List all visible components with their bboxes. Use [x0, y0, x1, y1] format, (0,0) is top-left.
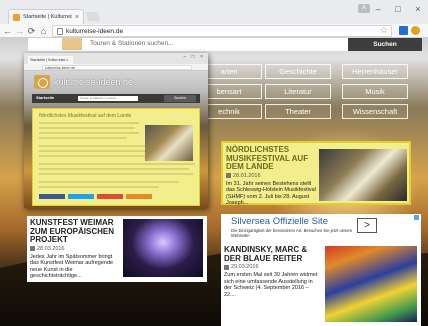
maximize-button[interactable]: □	[388, 2, 408, 16]
article-excerpt: Jedes Jahr im Spätsommer bringt das Kuns…	[30, 253, 114, 280]
browser-tab[interactable]: Startseite | Kulturreise-I... ×	[8, 9, 84, 24]
url-text: kulturreise-ideen.de	[66, 27, 124, 35]
category-literatur[interactable]: Literatur	[265, 84, 331, 99]
popup-browser-window[interactable]: Startseite | Kulturreise-I... – □ × kult…	[24, 53, 208, 208]
site-logo-icon[interactable]	[34, 75, 50, 89]
text-line	[39, 181, 179, 183]
article-excerpt: Im 31. Jahr seines Bestehens stellt das …	[226, 180, 316, 207]
popup-window-controls[interactable]: – □ ×	[184, 54, 206, 60]
new-tab-button[interactable]	[85, 12, 101, 21]
article-image-blue-horse[interactable]	[325, 246, 417, 322]
article-title[interactable]: KANDINSKY, MARC & DER BLAUE REITER	[224, 245, 320, 263]
ad-title[interactable]: Silversea Offizielle Site	[231, 216, 328, 227]
category-musik[interactable]: Musik	[342, 84, 408, 99]
search-button[interactable]: Suchen	[348, 38, 422, 51]
popup-search-button[interactable]: Suchen	[164, 95, 196, 102]
popup-toolbar: kulturreise-ideen.de	[24, 64, 208, 71]
text-line	[39, 186, 159, 188]
popup-tab[interactable]: Startseite | Kulturreise-I...	[28, 56, 73, 64]
article-date-text: 28.03.2016	[37, 245, 65, 252]
article-date-text: 28.01.2016	[233, 172, 261, 179]
text-line	[39, 173, 193, 175]
home-button[interactable]: ⌂	[38, 25, 49, 37]
address-bar[interactable]: kulturreise-ideen.de ☆	[52, 25, 392, 37]
minimize-button[interactable]: –	[368, 2, 388, 16]
advertisement-banner[interactable]: Silversea Offizielle Site Die Einzigarti…	[221, 214, 421, 246]
share-button-facebook[interactable]	[39, 194, 65, 199]
page-icon	[57, 27, 63, 35]
article-title[interactable]: KUNSTFEST WEIMAR ZUM EUROPÄISCHEN PROJEK…	[30, 218, 122, 245]
close-tab-icon[interactable]: ×	[75, 14, 79, 21]
browser-tab-bar: Startseite | Kulturreise-I... × A – □ ×	[0, 0, 428, 24]
extension-icon-2[interactable]	[411, 26, 420, 35]
article-title[interactable]: NÖRDLICHSTES MUSIKFESTIVAL AUF DEM LANDE	[226, 145, 318, 172]
article-date: 28.01.2016	[226, 173, 318, 179]
share-button-google[interactable]	[97, 194, 123, 199]
category-herrenhaeuser[interactable]: Herrenhäuser	[342, 64, 408, 79]
popup-site-name[interactable]: kulturreise-ideen.de	[54, 77, 133, 87]
category-geschichte[interactable]: Geschichte	[265, 64, 331, 79]
bookmark-star-icon[interactable]: ☆	[380, 25, 388, 36]
article-card-musikfestival[interactable]: NÖRDLICHSTES MUSIKFESTIVAL AUF DEM LANDE…	[221, 141, 411, 207]
window-controls: – □ ×	[368, 2, 428, 16]
browser-toolbar: ← → ⟳ ⌂ kulturreise-ideen.de ☆	[0, 24, 428, 38]
article-card-kandinsky[interactable]: KANDINSKY, MARC & DER BLAUE REITER 29.03…	[221, 243, 421, 326]
text-line	[39, 132, 139, 134]
popup-nav-label[interactable]: Startseite	[36, 95, 54, 100]
text-line	[39, 137, 127, 139]
category-theater[interactable]: Theater	[265, 104, 331, 119]
extension-icon[interactable]	[399, 26, 408, 35]
forward-button[interactable]: →	[14, 25, 25, 37]
article-date: 29.03.2016	[224, 264, 320, 270]
ad-info-icon[interactable]	[414, 215, 419, 220]
article-card-kunstfest[interactable]: KUNSTFEST WEIMAR ZUM EUROPÄISCHEN PROJEK…	[27, 216, 207, 282]
text-line	[39, 122, 139, 124]
article-date: 28.03.2016	[30, 246, 122, 252]
tab-title: Startseite | Kulturreise-I...	[23, 14, 72, 20]
text-line	[39, 127, 135, 129]
popup-address-bar[interactable]: kulturreise-ideen.de	[42, 65, 192, 70]
ad-arrow-button[interactable]: >	[357, 218, 377, 233]
category-wissenschaft[interactable]: Wissenschaft	[342, 104, 408, 119]
reload-button[interactable]: ⟳	[26, 25, 37, 37]
article-image-weimar[interactable]	[123, 219, 203, 277]
close-window-button[interactable]: ×	[408, 2, 428, 16]
article-date-text: 29.03.2016	[231, 264, 259, 270]
calendar-icon	[224, 264, 229, 270]
share-button-other[interactable]	[126, 194, 152, 199]
popup-article-title[interactable]: Nördlichstes Musikfestival auf dem Lande	[39, 113, 131, 119]
calendar-icon	[30, 246, 35, 251]
ad-subtitle: Die Einzigartigkeit der besonderen Art. …	[231, 228, 353, 238]
site-search-bar: Touren & Stationen suchen... Suchen	[28, 38, 422, 51]
share-button-twitter[interactable]	[68, 194, 94, 199]
favicon-icon	[13, 13, 20, 21]
popup-tab-bar: Startseite | Kulturreise-I... – □ ×	[24, 53, 208, 64]
popup-article-image[interactable]	[145, 125, 193, 161]
article-image-orchestra[interactable]	[319, 149, 407, 201]
popup-page: kulturreise-ideen.de Startseite Touren &…	[24, 71, 208, 208]
text-line	[39, 168, 189, 170]
site-search-input[interactable]: Touren & Stationen suchen...	[90, 40, 173, 47]
calendar-icon	[226, 173, 231, 178]
site-logo[interactable]	[62, 38, 82, 50]
text-line	[39, 163, 195, 165]
popup-nav-bar: Startseite Touren & Stationen suchen... …	[32, 94, 200, 103]
popup-article-card[interactable]: Nördlichstes Musikfestival auf dem Lande	[32, 108, 200, 206]
article-excerpt: Zum ersten Mal seit 30 Jahren widmet sic…	[224, 272, 318, 298]
popup-search-input[interactable]: Touren & Stationen suchen...	[78, 96, 138, 101]
back-button[interactable]: ←	[2, 25, 13, 37]
